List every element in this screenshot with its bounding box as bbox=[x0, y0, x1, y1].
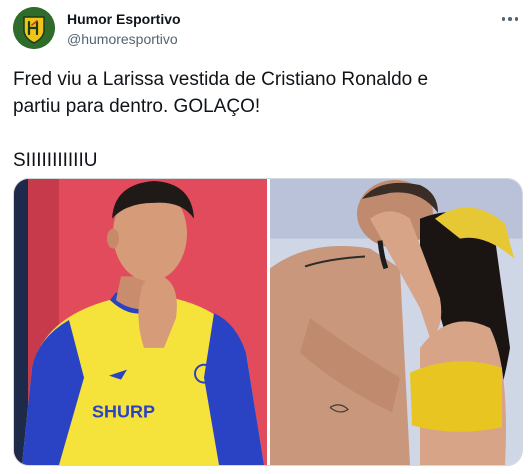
photo-player[interactable]: SHURP bbox=[14, 179, 267, 465]
couple-photo-image bbox=[270, 179, 522, 465]
media-grid: SHURP bbox=[13, 178, 523, 466]
photo-couple[interactable] bbox=[270, 179, 522, 465]
author-avatar[interactable] bbox=[13, 7, 55, 49]
avatar-logo-icon bbox=[13, 7, 55, 49]
display-name[interactable]: Humor Esportivo bbox=[67, 10, 181, 28]
tweet-text: Fred viu a Larissa vestida de Cristiano … bbox=[13, 69, 429, 171]
more-options-icon[interactable] bbox=[499, 12, 521, 26]
player-photo-image: SHURP bbox=[14, 179, 267, 465]
tweet[interactable]: Humor Esportivo @humoresportivo Fred viu… bbox=[0, 0, 531, 474]
handle[interactable]: @humoresportivo bbox=[67, 30, 181, 48]
author-info: Humor Esportivo @humoresportivo bbox=[67, 10, 181, 48]
jersey-sponsor-text: SHURP bbox=[92, 401, 155, 421]
